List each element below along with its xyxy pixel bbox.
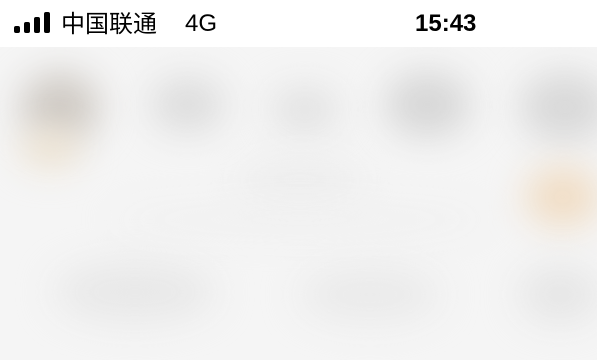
blurred-shape — [300, 267, 440, 322]
blurred-shape — [270, 87, 340, 132]
blurred-shape — [110, 207, 490, 232]
blurred-shape — [520, 267, 597, 322]
blurred-shape — [235, 162, 365, 197]
signal-bar-4 — [44, 12, 50, 33]
signal-bar-2 — [24, 22, 30, 33]
blurred-shape — [20, 72, 100, 142]
blurred-shape — [55, 262, 215, 322]
blurred-shape — [525, 167, 597, 227]
blurred-shape — [20, 132, 80, 167]
blurred-shape — [385, 72, 470, 137]
carrier-name: 中国联通 — [61, 10, 157, 38]
network-type: 4G — [185, 10, 218, 37]
signal-bar-1 — [14, 26, 20, 33]
status-bar: 中国联通 4G 15:43 — [0, 0, 597, 47]
status-time: 15:43 — [415, 10, 477, 37]
signal-bar-3 — [34, 17, 40, 33]
blurred-shape — [150, 77, 225, 132]
blurred-shape — [520, 72, 597, 142]
cellular-signal-icon — [14, 11, 52, 33]
blurred-app-content — [0, 47, 597, 360]
